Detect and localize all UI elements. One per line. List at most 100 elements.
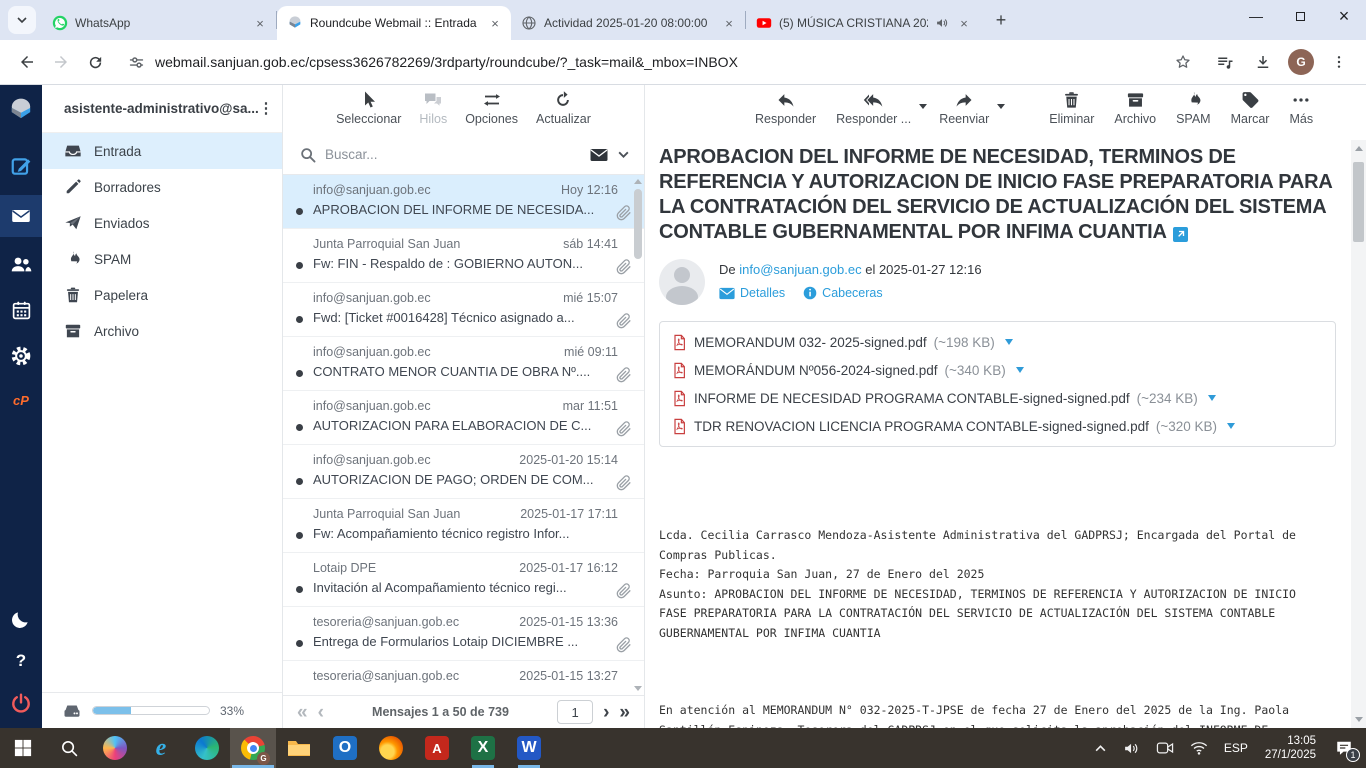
message-row[interactable]: info@sanjuan.gob.ecmié 15:07 Fwd: [Ticke… [283, 283, 644, 337]
reader-scroll-thumb[interactable] [1353, 162, 1364, 242]
scroll-up-icon[interactable] [634, 179, 642, 184]
compose-button[interactable] [0, 145, 42, 187]
prev-page-button[interactable]: ‹ [318, 703, 324, 722]
folder-options-button[interactable]: ⋮ [258, 106, 274, 111]
forward-menu-icon[interactable] [997, 104, 1005, 109]
tab-close-icon[interactable]: × [956, 15, 972, 31]
open-in-new-window-icon[interactable] [1173, 227, 1188, 242]
message-row[interactable]: info@sanjuan.gob.ec2025-01-20 15:14 AUTO… [283, 445, 644, 499]
bookmark-star-icon[interactable] [1174, 53, 1192, 71]
message-row[interactable]: Lotaip DPE2025-01-17 16:12 Invitación al… [283, 553, 644, 607]
taskbar-word-button[interactable]: W [506, 728, 552, 768]
tab-close-icon[interactable]: × [252, 15, 268, 31]
tray-action-center-button[interactable]: 1 [1326, 728, 1362, 768]
logout-button[interactable] [0, 682, 42, 724]
attachment-item[interactable]: MEMORÁNDUM Nº056-2024-signed.pdf (~340 K… [672, 356, 1323, 384]
start-button[interactable] [0, 728, 46, 768]
more-button[interactable]: Más [1289, 90, 1313, 126]
scroll-down-icon[interactable] [1355, 717, 1363, 722]
headers-toggle[interactable]: Cabeceras [803, 286, 882, 300]
folder-spam[interactable]: SPAM [42, 241, 282, 277]
reply-all-menu-icon[interactable] [919, 104, 927, 109]
attachment-item[interactable]: INFORME DE NECESIDAD PROGRAMA CONTABLE-s… [672, 384, 1323, 412]
tab-audio-icon[interactable] [935, 16, 949, 30]
tab-whatsapp[interactable]: WhatsApp × [42, 6, 276, 40]
message-row[interactable]: Junta Parroquial San Juan2025-01-17 17:1… [283, 499, 644, 553]
message-row[interactable]: tesoreria@sanjuan.gob.ec2025-01-15 13:27 [283, 661, 644, 695]
taskbar-acrobat-button[interactable]: A [414, 728, 460, 768]
reply-button[interactable]: Responder [755, 90, 816, 126]
nav-contacts[interactable] [0, 243, 42, 285]
tray-meet-now-button[interactable] [1149, 728, 1181, 768]
site-settings-icon[interactable] [128, 54, 145, 71]
nav-cpanel[interactable]: cP [0, 379, 42, 421]
reply-all-button[interactable]: Responder ... [836, 90, 911, 126]
tray-show-hidden-button[interactable] [1087, 728, 1114, 768]
scroll-down-icon[interactable] [634, 686, 642, 691]
search-scope-mail-icon[interactable] [589, 145, 609, 165]
taskbar-edge-button[interactable] [184, 728, 230, 768]
folder-papelera[interactable]: Papelera [42, 277, 282, 313]
attachment-item[interactable]: TDR RENOVACION LICENCIA PROGRAMA CONTABL… [672, 412, 1323, 440]
browser-menu-button[interactable] [1322, 45, 1356, 79]
media-controls-button[interactable] [1208, 45, 1242, 79]
url-text[interactable]: webmail.sanjuan.gob.ec/cpsess3626782269/… [155, 54, 1174, 70]
tab-close-icon[interactable]: × [721, 15, 737, 31]
taskbar-chrome-button[interactable]: G [230, 728, 276, 768]
forward-button[interactable] [44, 45, 78, 79]
taskbar-ie-button[interactable]: e [138, 728, 184, 768]
select-button[interactable]: Seleccionar [336, 90, 401, 126]
help-button[interactable]: ? [0, 640, 42, 682]
tray-clock[interactable]: 13:0527/1/2025 [1257, 728, 1324, 768]
attachment-menu-icon[interactable] [1005, 339, 1013, 345]
tab-actividad[interactable]: Actividad 2025-01-20 08:00:00 × [511, 6, 745, 40]
sender-email-link[interactable]: info@sanjuan.gob.ec [739, 262, 861, 277]
tray-language-button[interactable]: ESP [1217, 728, 1255, 768]
threads-button[interactable]: Hilos [419, 90, 447, 126]
nav-mail[interactable] [0, 195, 42, 237]
downloads-button[interactable] [1246, 45, 1280, 79]
tab-search-button[interactable] [8, 6, 36, 34]
delete-button[interactable]: Eliminar [1049, 90, 1094, 126]
dark-mode-button[interactable] [0, 598, 42, 640]
nav-calendar[interactable] [0, 289, 42, 331]
message-row[interactable]: info@sanjuan.gob.ecmié 09:11 CONTRATO ME… [283, 337, 644, 391]
search-input[interactable] [325, 147, 581, 162]
message-row[interactable]: tesoreria@sanjuan.gob.ec2025-01-15 13:36… [283, 607, 644, 661]
list-scroll-thumb[interactable] [634, 189, 642, 259]
list-scrollbar[interactable] [633, 175, 643, 695]
page-number-input[interactable] [557, 700, 593, 724]
tray-volume-button[interactable] [1116, 728, 1147, 768]
reader-scrollbar[interactable] [1351, 140, 1366, 728]
window-close-button[interactable]: × [1322, 0, 1366, 32]
url-omnibox[interactable]: webmail.sanjuan.gob.ec/cpsess3626782269/… [118, 45, 1202, 79]
taskbar-excel-button[interactable]: X [460, 728, 506, 768]
tray-wifi-button[interactable] [1183, 728, 1215, 768]
attachment-menu-icon[interactable] [1016, 367, 1024, 373]
tab-close-icon[interactable]: × [487, 15, 503, 31]
taskbar-firefox-button[interactable] [368, 728, 414, 768]
first-page-button[interactable]: « [297, 703, 308, 722]
scroll-up-icon[interactable] [1355, 146, 1363, 151]
folder-entrada[interactable]: Entrada [42, 133, 282, 169]
message-row[interactable]: info@sanjuan.gob.ecmar 11:51 AUTORIZACIO… [283, 391, 644, 445]
archive-button[interactable]: Archivo [1114, 90, 1156, 126]
message-row[interactable]: Junta Parroquial San Juansáb 14:41 Fw: F… [283, 229, 644, 283]
back-button[interactable] [10, 45, 44, 79]
search-options-chevron-icon[interactable] [617, 148, 630, 161]
last-page-button[interactable]: » [619, 703, 630, 722]
taskbar-outlook-button[interactable]: O [322, 728, 368, 768]
taskbar-copilot-button[interactable] [92, 728, 138, 768]
window-minimize-button[interactable]: — [1234, 0, 1278, 32]
attachment-menu-icon[interactable] [1227, 423, 1235, 429]
window-restore-button[interactable] [1278, 0, 1322, 32]
folder-borradores[interactable]: Borradores [42, 169, 282, 205]
next-page-button[interactable]: › [603, 703, 609, 722]
profile-button[interactable]: G [1284, 45, 1318, 79]
forward-button[interactable]: Reenviar [939, 90, 989, 126]
attachment-item[interactable]: MEMORANDUM 032- 2025-signed.pdf (~198 KB… [672, 328, 1323, 356]
taskbar-explorer-button[interactable] [276, 728, 322, 768]
nav-settings[interactable] [0, 335, 42, 377]
new-tab-button[interactable]: + [988, 7, 1014, 33]
attachment-menu-icon[interactable] [1208, 395, 1216, 401]
